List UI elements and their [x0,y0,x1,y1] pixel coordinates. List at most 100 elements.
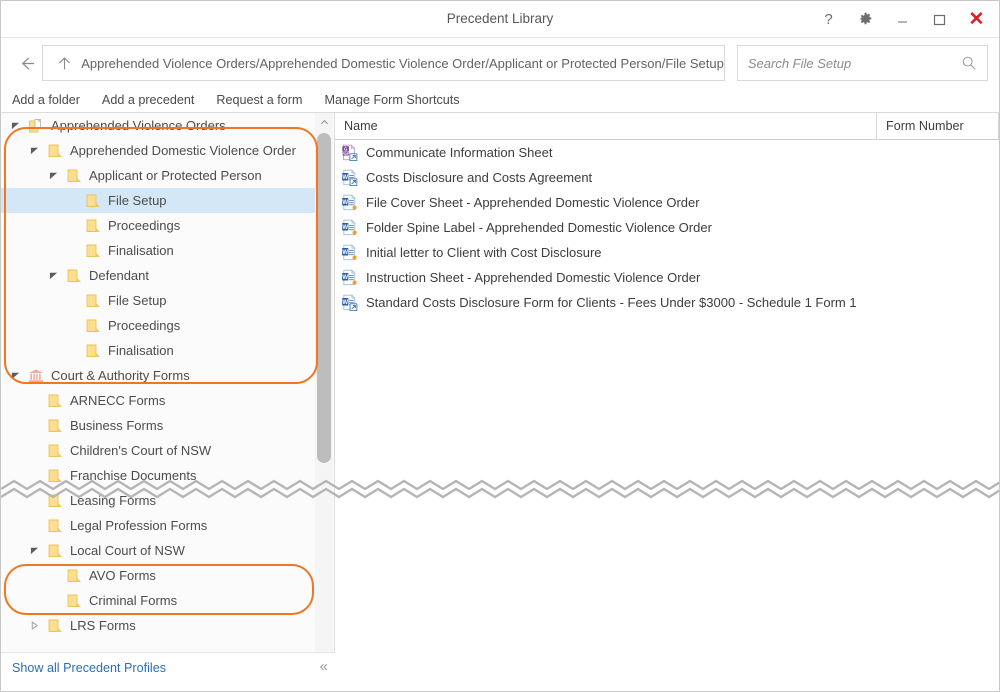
tree-item-criminal-forms[interactable]: Criminal Forms [1,588,316,613]
file-name: Folder Spine Label - Apprehended Domesti… [366,220,712,235]
tree-item-finalisation[interactable]: Finalisation [1,338,316,363]
help-button[interactable]: ? [810,3,847,36]
word-doc-icon: W [342,194,357,211]
folder-icon [85,293,101,309]
word-shortcut-icon: W [341,294,358,311]
search-icon[interactable] [961,55,977,71]
folder-icon [86,294,100,307]
search-input[interactable] [747,55,961,71]
pdf-shortcut-icon: GPDF [342,144,358,161]
file-row[interactable]: G PDF Communicate Information Sheet [335,140,999,165]
folder-page-icon [29,118,42,132]
twisty-toggle[interactable] [26,146,43,155]
tree-item-legal-profession-forms[interactable]: Legal Profession Forms [1,513,316,538]
manage-shortcuts-link[interactable]: Manage Form Shortcuts [324,93,459,107]
tree-item-business-forms[interactable]: Business Forms [1,413,316,438]
tree-item-label: Apprehended Violence Orders [51,118,226,133]
chevron-up-icon [320,119,328,124]
folder-tree-pane: Apprehended Violence Orders Apprehended D… [1,113,335,683]
folder-tree[interactable]: Apprehended Violence Orders Apprehended D… [1,113,316,648]
collapse-panel-icon[interactable]: « [320,658,328,675]
column-header-name[interactable]: Name [335,113,877,139]
tree-item-arnecc-forms[interactable]: ARNECC Forms [1,388,316,413]
tree-item-file-setup[interactable]: File Setup [1,188,316,213]
breadcrumb: Apprehended Violence Orders/Apprehended … [81,55,724,71]
list-header: Name Form Number [335,113,999,140]
tree-item-proceedings[interactable]: Proceedings [1,313,316,338]
tree-item-file-setup[interactable]: File Setup [1,288,316,313]
file-row[interactable]: W Standard Costs Disclosure Form for Clie… [335,290,999,315]
twisty-toggle[interactable] [26,546,43,555]
search-box[interactable] [736,45,988,81]
twisty-toggle[interactable] [26,621,43,630]
twisty-toggle[interactable] [7,121,24,130]
folder-icon [86,244,100,257]
up-arrow-icon [58,56,70,69]
minimize-button[interactable] [884,3,921,36]
close-button[interactable]: ✕ [958,3,995,36]
title-bar: Precedent Library ? ✕ [1,1,999,38]
folder-icon [66,168,82,184]
word-doc-icon: W [341,269,358,286]
folder-icon [47,143,63,159]
tree-item-applicant-or-protected-person[interactable]: Applicant or Protected Person [1,163,316,188]
expanded-triangle-icon[interactable] [49,171,58,180]
column-header-form-number[interactable]: Form Number [877,113,999,139]
settings-button[interactable] [847,3,884,36]
tree-item-finalisation[interactable]: Finalisation [1,238,316,263]
tree-item-apprehended-domestic-violence-order[interactable]: Apprehended Domestic Violence Order [1,138,316,163]
tree-item-proceedings[interactable]: Proceedings [1,213,316,238]
twisty-toggle[interactable] [45,271,62,280]
twisty-toggle[interactable] [45,171,62,180]
folder-icon [48,144,62,157]
collapsed-triangle-icon[interactable] [30,621,39,630]
expanded-triangle-icon[interactable] [11,121,20,130]
tree-scrollbar[interactable] [315,113,333,668]
courthouse-icon [29,368,43,382]
request-form-link[interactable]: Request a form [216,93,302,107]
maximize-button[interactable] [921,3,958,36]
tree-item-apprehended-violence-orders[interactable]: Apprehended Violence Orders [1,113,316,138]
window-controls: ? ✕ [810,1,995,38]
folder-icon [48,619,62,632]
tree-item-defendant[interactable]: Defendant [1,263,316,288]
file-name: Communicate Information Sheet [366,145,553,160]
scroll-up-button[interactable] [315,113,333,131]
folder-icon [66,568,82,584]
tree-item-court-authority-forms[interactable]: Court & Authority Forms [1,363,316,388]
expanded-triangle-icon[interactable] [49,271,58,280]
scrollbar-thumb[interactable] [317,133,331,463]
file-row[interactable]: W Instruction Sheet - Apprehended Domesti… [335,265,999,290]
folder-icon [86,319,100,332]
address-bar[interactable]: Apprehended Violence Orders/Apprehended … [42,45,725,81]
svg-text:W: W [342,225,348,231]
twisty-toggle[interactable] [7,371,24,380]
tree-item-label: Finalisation [108,343,174,358]
tree-item-children-s-court-of-nsw[interactable]: Children's Court of NSW [1,438,316,463]
show-all-precedent-profiles-link[interactable]: Show all Precedent Profiles [12,661,166,675]
word-shortcut-icon: W [342,169,358,186]
close-icon: ✕ [968,9,985,30]
folder-icon [85,193,101,209]
tree-item-local-court-of-nsw[interactable]: Local Court of NSW [1,538,316,563]
expanded-triangle-icon[interactable] [30,146,39,155]
tree-item-lrs-forms[interactable]: LRS Forms [1,613,316,638]
back-button[interactable] [12,45,42,81]
file-row[interactable]: W Initial letter to Client with Cost Disc… [335,240,999,265]
file-row[interactable]: W File Cover Sheet - Apprehended Domestic… [335,190,999,215]
folder-icon [47,418,63,434]
tree-item-label: Criminal Forms [89,593,178,608]
folder-icon [86,194,100,207]
expanded-triangle-icon[interactable] [30,546,39,555]
tree-item-label: Finalisation [108,243,174,258]
file-row[interactable]: W Folder Spine Label - Apprehended Domest… [335,215,999,240]
gear-icon [859,12,872,25]
svg-text:W: W [342,200,348,206]
add-precedent-link[interactable]: Add a precedent [102,93,194,107]
tree-item-avo-forms[interactable]: AVO Forms [1,563,316,588]
word-doc-icon: W [341,219,358,236]
add-folder-link[interactable]: Add a folder [12,93,80,107]
expanded-triangle-icon[interactable] [11,371,20,380]
file-row[interactable]: W Costs Disclosure and Costs Agreement [335,165,999,190]
up-button[interactable] [52,55,76,72]
